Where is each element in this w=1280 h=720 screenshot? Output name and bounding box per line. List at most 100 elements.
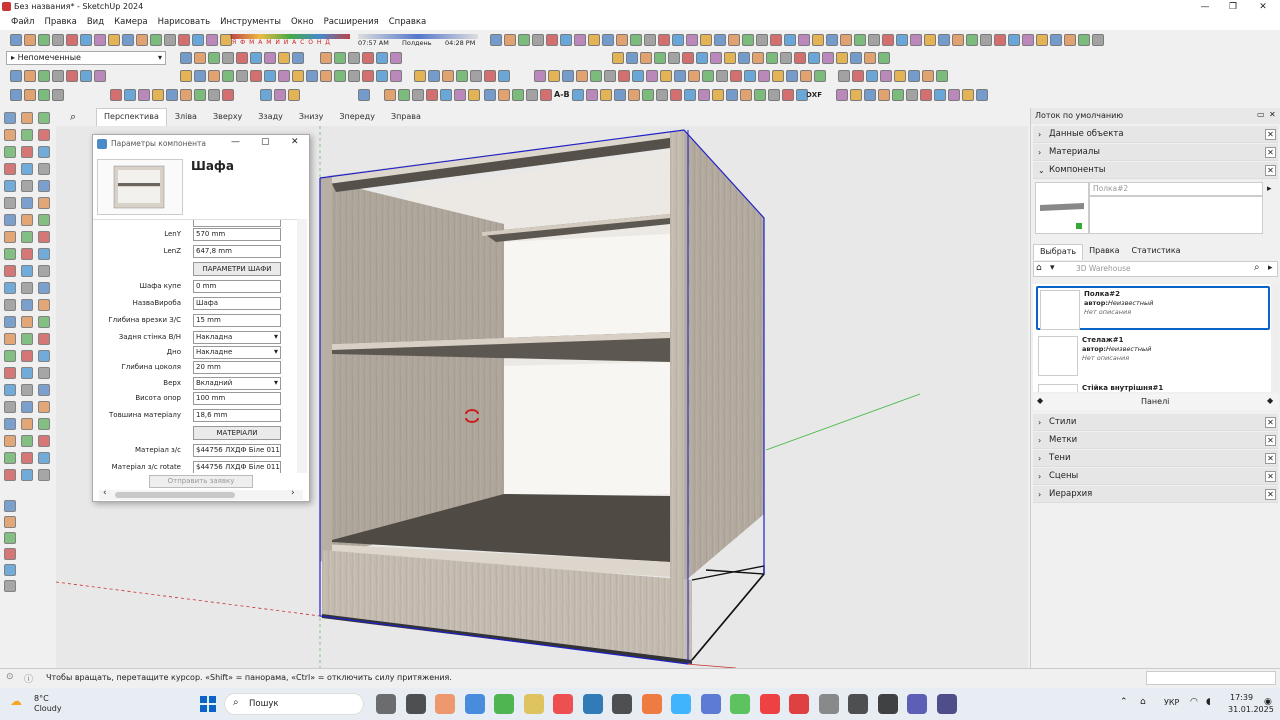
taskbar-app-icon[interactable] xyxy=(936,694,957,714)
menu-camera[interactable]: Камера xyxy=(109,14,153,30)
toolbar-tool-icon[interactable] xyxy=(412,89,424,101)
toolbar-tool-icon[interactable] xyxy=(220,34,232,46)
toolbar-tool-icon[interactable] xyxy=(562,70,574,82)
toolbar-tool-icon[interactable] xyxy=(670,89,682,101)
toolbar-tool-icon[interactable] xyxy=(882,34,894,46)
toolbar-tool-icon[interactable] xyxy=(484,70,496,82)
toolbar-tool-icon[interactable] xyxy=(920,89,932,101)
toolbar-tool-icon[interactable] xyxy=(292,52,304,64)
tool-icon[interactable] xyxy=(4,384,16,396)
tab-back[interactable]: Ззаду xyxy=(250,108,291,126)
toolbar-tool-icon[interactable] xyxy=(724,52,736,64)
menu-help[interactable]: Справка xyxy=(384,14,431,30)
toolbar-tool-icon[interactable] xyxy=(600,89,612,101)
tool-icon[interactable] xyxy=(38,350,50,362)
toolbar-tool-icon[interactable] xyxy=(292,70,304,82)
tool-icon[interactable] xyxy=(21,146,33,158)
toolbar-tool-icon[interactable] xyxy=(854,34,866,46)
tool-icon[interactable] xyxy=(4,469,16,481)
taskbar-app-icon[interactable] xyxy=(700,694,721,714)
menu-view[interactable]: Вид xyxy=(82,14,109,30)
toolbar-tool-icon[interactable] xyxy=(612,52,624,64)
toolbar-tool-icon[interactable] xyxy=(24,34,36,46)
toolbar-tool-icon[interactable] xyxy=(1036,34,1048,46)
toolbar-tool-icon[interactable] xyxy=(682,52,694,64)
menu-extensions[interactable]: Расширения xyxy=(319,14,384,30)
toolbar-tool-icon[interactable] xyxy=(206,34,218,46)
tool-icon[interactable] xyxy=(4,532,16,544)
toolbar-tool-icon[interactable] xyxy=(260,89,272,101)
search-input[interactable]: 3D Warehouse xyxy=(1076,264,1131,273)
tool-icon[interactable] xyxy=(21,265,33,277)
toolbar-tool-icon[interactable] xyxy=(250,70,262,82)
toolbar-tool-icon[interactable] xyxy=(122,34,134,46)
tool-icon[interactable] xyxy=(21,316,33,328)
tool-icon[interactable] xyxy=(38,163,50,175)
tool-icon[interactable] xyxy=(21,401,33,413)
pin-icon[interactable]: ▭ xyxy=(1257,110,1265,119)
taskbar-app-icon[interactable] xyxy=(641,694,662,714)
toolbar-tool-icon[interactable] xyxy=(586,89,598,101)
toolbar-tool-icon[interactable] xyxy=(504,34,516,46)
toolbar-tool-icon[interactable] xyxy=(604,70,616,82)
tool-icon[interactable] xyxy=(21,367,33,379)
toolbar-tool-icon[interactable] xyxy=(754,89,766,101)
submit-request-button[interactable]: Отправить заявку xyxy=(149,475,253,488)
toolbar-tool-icon[interactable] xyxy=(108,34,120,46)
toolbar-tool-icon[interactable] xyxy=(306,70,318,82)
language-indicator[interactable]: УКР xyxy=(1164,698,1179,707)
back-icon[interactable]: ◆ xyxy=(1037,396,1043,405)
tool-icon[interactable] xyxy=(21,214,33,226)
toolbar-tool-icon[interactable] xyxy=(642,89,654,101)
toolbar-tool-icon[interactable] xyxy=(646,70,658,82)
tool-icon[interactable] xyxy=(21,469,33,481)
toolbar-tool-icon[interactable] xyxy=(700,34,712,46)
toolbar-tool-icon[interactable] xyxy=(470,70,482,82)
toolbar-tool-icon[interactable] xyxy=(710,52,722,64)
toolbar-tool-icon[interactable] xyxy=(274,89,286,101)
tool-icon[interactable] xyxy=(21,129,33,141)
chevron-down-icon[interactable]: ▾ xyxy=(1050,263,1055,273)
toolbar-tool-icon[interactable] xyxy=(546,34,558,46)
toolbar-tool-icon[interactable] xyxy=(194,70,206,82)
toolbar-tool-icon[interactable] xyxy=(1078,34,1090,46)
tool-icon[interactable] xyxy=(38,265,50,277)
param-input[interactable]: 15 mm xyxy=(193,314,281,327)
toolbar-tool-icon[interactable] xyxy=(152,89,164,101)
close-button[interactable]: ✕ xyxy=(1248,0,1278,14)
list-item[interactable]: Полка#2 автор:Неизвестный Нет описания xyxy=(1036,286,1270,330)
taskbar-app-icon[interactable] xyxy=(376,694,396,714)
volume-icon[interactable]: ◖ xyxy=(1206,697,1211,707)
param-select[interactable]: Накладна xyxy=(193,331,281,344)
toolbar-tool-icon[interactable] xyxy=(660,70,672,82)
toolbar-tool-icon[interactable] xyxy=(376,52,388,64)
tool-icon[interactable] xyxy=(21,282,33,294)
toolbar-tool-icon[interactable] xyxy=(250,52,262,64)
toolbar-tool-icon[interactable] xyxy=(94,34,106,46)
toolbar-tool-icon[interactable] xyxy=(838,70,850,82)
toolbar-tool-icon[interactable] xyxy=(938,34,950,46)
dxf-tool[interactable]: DXF xyxy=(806,91,822,99)
toolbar-tool-icon[interactable] xyxy=(66,70,78,82)
toolbar-tool-icon[interactable] xyxy=(484,89,496,101)
toolbar-tool-icon[interactable] xyxy=(672,34,684,46)
toolbar-tool-icon[interactable] xyxy=(194,52,206,64)
toolbar-tool-icon[interactable] xyxy=(208,70,220,82)
toolbar-tool-icon[interactable] xyxy=(910,34,922,46)
toolbar-tool-icon[interactable] xyxy=(698,89,710,101)
scroll-thumb[interactable] xyxy=(115,492,235,498)
toolbar-tool-icon[interactable] xyxy=(490,34,502,46)
section-entity-info[interactable]: › Данные объекта ✕ xyxy=(1033,126,1278,143)
tool-icon[interactable] xyxy=(4,548,16,560)
taskbar-app-icon[interactable] xyxy=(730,694,750,714)
tool-icon[interactable] xyxy=(4,333,16,345)
toolbar-tool-icon[interactable] xyxy=(390,52,402,64)
toolbar-tool-icon[interactable] xyxy=(962,89,974,101)
toolbar-tool-icon[interactable] xyxy=(194,89,206,101)
toolbar-tool-icon[interactable] xyxy=(906,89,918,101)
param-prev-field[interactable] xyxy=(193,220,281,227)
param-input[interactable]: 20 mm xyxy=(193,361,281,374)
toolbar-tool-icon[interactable] xyxy=(814,70,826,82)
toolbar-tool-icon[interactable] xyxy=(766,52,778,64)
toolbar-tool-icon[interactable] xyxy=(110,89,122,101)
